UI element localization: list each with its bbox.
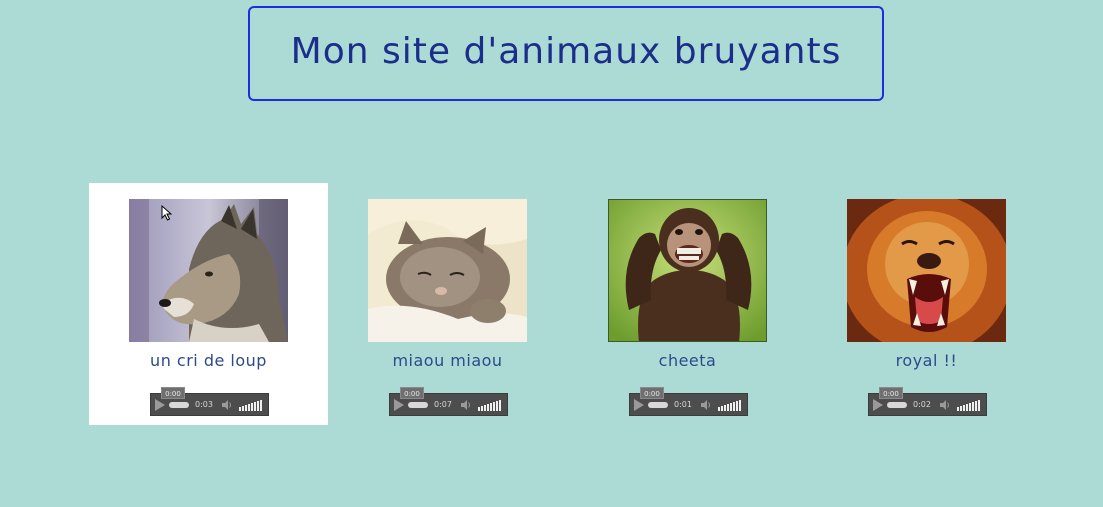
progress-slider[interactable] (169, 402, 189, 408)
volume-slider[interactable] (718, 399, 744, 411)
volume-icon[interactable] (700, 399, 712, 411)
current-time-tooltip: 0:00 (640, 387, 664, 399)
wolf-photo[interactable] (129, 199, 288, 342)
wolf-image (129, 199, 288, 342)
lion-photo[interactable] (847, 199, 1006, 342)
progress-slider[interactable] (408, 402, 428, 408)
duration-label: 0:01 (674, 400, 692, 409)
animal-card-wolf[interactable]: un cri de loup 0:00 0:03 (89, 183, 328, 425)
animal-caption: cheeta (658, 351, 717, 370)
volume-icon[interactable] (221, 399, 233, 411)
mouse-cursor-icon (161, 205, 172, 221)
animal-card-kitten[interactable]: miaou miaou 0:00 0:07 (328, 183, 567, 425)
lion-image (847, 199, 1006, 342)
kitten-photo[interactable] (368, 199, 527, 342)
page-title-box: Mon site d'animaux bruyants (248, 6, 884, 101)
play-icon[interactable] (873, 399, 883, 411)
audio-player[interactable]: 0:00 0:01 (629, 387, 748, 416)
duration-label: 0:02 (913, 400, 931, 409)
play-icon[interactable] (634, 399, 644, 411)
progress-slider[interactable] (648, 402, 668, 408)
duration-label: 0:07 (434, 400, 452, 409)
audio-player[interactable]: 0:00 0:07 (389, 387, 508, 416)
audio-player[interactable]: 0:00 0:03 (150, 387, 269, 416)
volume-icon[interactable] (460, 399, 472, 411)
animal-card-chimpanzee[interactable]: cheeta 0:00 0:01 (568, 183, 807, 425)
chimpanzee-image (609, 200, 766, 341)
volume-slider[interactable] (239, 399, 265, 411)
page-title: Mon site d'animaux bruyants (290, 31, 842, 72)
progress-slider[interactable] (887, 402, 907, 408)
volume-slider[interactable] (957, 399, 983, 411)
current-time-tooltip: 0:00 (879, 387, 903, 399)
current-time-tooltip: 0:00 (400, 387, 424, 399)
duration-label: 0:03 (195, 400, 213, 409)
volume-slider[interactable] (478, 399, 504, 411)
chimpanzee-photo[interactable] (608, 199, 767, 342)
animal-caption: un cri de loup (150, 351, 267, 370)
volume-icon[interactable] (939, 399, 951, 411)
current-time-tooltip: 0:00 (161, 387, 185, 399)
animal-caption: miaou miaou (392, 351, 503, 370)
play-icon[interactable] (394, 399, 404, 411)
audio-player[interactable]: 0:00 0:02 (868, 387, 987, 416)
play-icon[interactable] (155, 399, 165, 411)
animal-card-lion[interactable]: royal !! 0:00 0:02 (807, 183, 1046, 425)
animal-caption: royal !! (895, 351, 958, 370)
kitten-image (368, 199, 527, 342)
